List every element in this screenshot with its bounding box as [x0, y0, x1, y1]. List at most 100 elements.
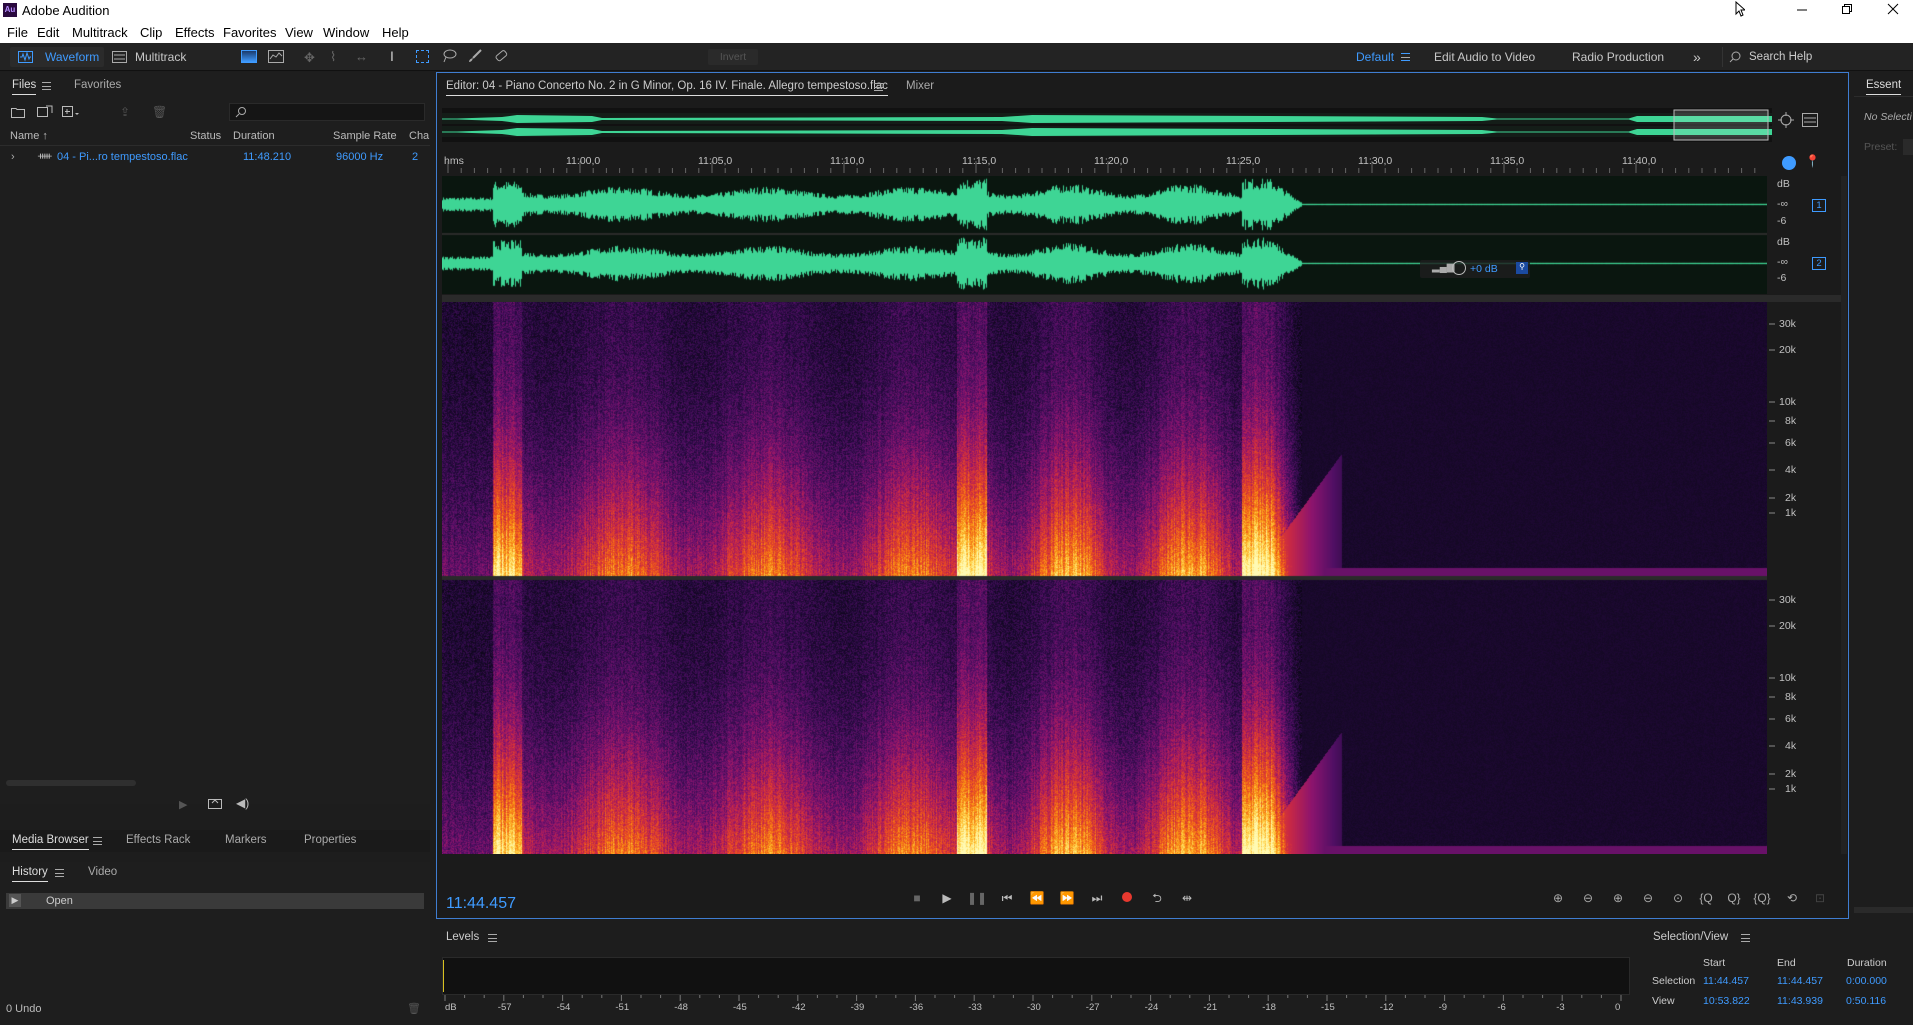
hud-pin-icon[interactable]: ⚲ — [1516, 262, 1528, 274]
channel-2-badge[interactable]: 2 — [1812, 257, 1826, 270]
auto-play-icon[interactable]: ◀) — [236, 796, 249, 810]
waveform-display[interactable]: ▂▄▆ +0 dB ⚲ — [442, 176, 1767, 294]
tab-video[interactable]: Video — [88, 866, 117, 878]
preset-dropdown[interactable] — [1903, 139, 1913, 155]
view-start[interactable]: 10:53.822 — [1703, 995, 1750, 1007]
zoom-to-selection-icon[interactable] — [1777, 111, 1795, 132]
waveform-view-button[interactable]: Waveform — [10, 47, 104, 67]
workspace-menu-icon[interactable] — [1401, 53, 1410, 61]
spectral-divider-handle[interactable] — [442, 295, 1842, 302]
tab-media-browser[interactable]: Media Browser — [12, 834, 89, 850]
column-channels[interactable]: Cha — [409, 130, 429, 142]
spot-healing-tool-icon[interactable] — [493, 48, 509, 67]
go-to-start-button[interactable]: ⏮ — [997, 888, 1017, 908]
search-help-field[interactable]: Search Help — [1722, 47, 1913, 67]
expand-chevron-icon[interactable]: › — [11, 151, 15, 163]
menu-effects[interactable]: Effects — [175, 25, 215, 40]
menu-view[interactable]: View — [285, 25, 313, 40]
loop-preview-icon[interactable] — [208, 797, 222, 812]
column-name[interactable]: Name ↑ — [10, 130, 48, 142]
zoom-in-amplitude-icon[interactable]: ⊕ — [1547, 888, 1569, 908]
lasso-tool-icon[interactable] — [441, 48, 457, 67]
tab-essential-sound[interactable]: Essent — [1866, 79, 1902, 95]
workspace-default[interactable]: Default — [1356, 47, 1394, 67]
view-duration[interactable]: 0:50.116 — [1846, 995, 1886, 1007]
close-icon[interactable] — [1887, 3, 1899, 15]
files-panel-menu-icon[interactable] — [42, 82, 51, 90]
spectral-frequency-icon[interactable] — [241, 50, 257, 63]
selection-start[interactable]: 11:44.457 — [1703, 975, 1749, 987]
tab-properties[interactable]: Properties — [304, 834, 356, 846]
zoom-out-time-icon[interactable]: ⊖ — [1637, 888, 1659, 908]
tab-effects-rack[interactable]: Effects Rack — [126, 834, 190, 846]
play-preview-icon[interactable]: ▶ — [179, 798, 187, 811]
skip-selection-button[interactable]: ⇹ — [1177, 888, 1197, 908]
menu-help[interactable]: Help — [382, 25, 409, 40]
selection-view-menu-icon[interactable] — [1741, 934, 1750, 942]
workspace-overflow-icon[interactable]: » — [1693, 47, 1701, 67]
fast-forward-button[interactable]: ⏩ — [1057, 888, 1077, 908]
tab-mixer[interactable]: Mixer — [906, 80, 934, 92]
files-horizontal-scrollbar[interactable] — [6, 780, 136, 786]
menu-edit[interactable]: Edit — [37, 25, 59, 40]
marquee-selection-icon[interactable] — [416, 50, 429, 63]
column-sample-rate[interactable]: Sample Rate — [333, 130, 397, 142]
essential-scrollbar[interactable] — [1854, 907, 1913, 913]
delete-file-icon[interactable]: 🗑 — [152, 105, 167, 119]
levels-menu-icon[interactable] — [488, 934, 497, 942]
move-tool-icon[interactable]: ✥ — [304, 50, 315, 66]
menu-multitrack[interactable]: Multitrack — [72, 25, 128, 40]
selection-end[interactable]: 11:44.457 — [1777, 975, 1823, 987]
timeline-ruler[interactable]: hms 11:00,0 11:05,0 11:10,0 11:15,0 11:20,0 1… — [442, 153, 1767, 173]
import-file-icon[interactable] — [37, 105, 53, 121]
column-duration[interactable]: Duration — [233, 130, 275, 142]
zoom-in-point-out-icon[interactable]: Q} — [1723, 888, 1745, 908]
zoom-out-full-icon[interactable]: ⊙ — [1667, 888, 1689, 908]
editor-menu-icon[interactable] — [874, 83, 883, 91]
zoom-to-fit-icon[interactable]: ⊡ — [1809, 888, 1831, 908]
pause-button[interactable]: ❚❚ — [967, 888, 987, 908]
slip-tool-icon[interactable]: ↔ — [355, 49, 368, 64]
menu-favorites[interactable]: Favorites — [223, 25, 276, 40]
invert-button[interactable]: Invert — [708, 49, 758, 65]
tab-files[interactable]: Files — [12, 79, 37, 95]
restore-icon[interactable] — [1841, 3, 1853, 15]
minimize-icon[interactable] — [1796, 4, 1808, 16]
rewind-button[interactable]: ⏪ — [1027, 888, 1047, 908]
workspace-edit-audio-to-video[interactable]: Edit Audio to Video — [1434, 47, 1535, 67]
time-selection-tool-icon[interactable]: I — [390, 48, 394, 64]
history-item[interactable]: ▶ Open — [6, 893, 424, 909]
tab-editor[interactable]: Editor: 04 - Piano Concerto No. 2 in G M… — [446, 80, 888, 96]
paintbrush-tool-icon[interactable] — [467, 48, 483, 67]
razor-tool-icon[interactable]: ⌇ — [330, 49, 336, 65]
insert-into-multitrack-icon[interactable]: ⇪ — [120, 105, 130, 119]
tab-markers[interactable]: Markers — [225, 834, 267, 846]
spectral-display[interactable] — [442, 302, 1767, 854]
spectral-pitch-icon[interactable] — [268, 50, 284, 63]
open-file-icon[interactable] — [11, 106, 25, 121]
workspace-radio-production[interactable]: Radio Production — [1572, 47, 1664, 67]
view-end[interactable]: 11:43.939 — [1777, 995, 1823, 1007]
selection-duration[interactable]: 0:00.000 — [1846, 975, 1887, 987]
volume-knob-icon[interactable] — [1452, 261, 1466, 275]
pin-icon[interactable]: 📍 — [1805, 154, 1820, 168]
zoom-out-amplitude-icon[interactable]: ⊖ — [1577, 888, 1599, 908]
go-to-end-button[interactable]: ⏭ — [1087, 888, 1107, 908]
history-menu-icon[interactable] — [55, 869, 64, 877]
files-search-input[interactable] — [229, 103, 425, 121]
overview-navigator[interactable] — [442, 108, 1772, 142]
zoom-in-point-in-icon[interactable]: {Q — [1695, 888, 1717, 908]
loop-playback-button[interactable]: ⮌ — [1147, 888, 1167, 908]
clear-history-icon[interactable]: 🗑 — [407, 1002, 421, 1015]
menu-window[interactable]: Window — [323, 25, 369, 40]
table-row[interactable]: › ᚔ 04 - Pi...ro tempestoso.flac 11:48.2… — [0, 151, 430, 167]
column-status[interactable]: Status — [190, 130, 221, 142]
new-file-icon[interactable] — [62, 105, 80, 121]
record-button[interactable] — [1117, 888, 1137, 908]
menu-file[interactable]: File — [7, 25, 28, 40]
channel-1-badge[interactable]: 1 — [1812, 199, 1826, 212]
stop-button[interactable]: ■ — [907, 888, 927, 908]
current-time-display[interactable]: 11:44.457 — [446, 895, 516, 913]
media-browser-menu-icon[interactable] — [93, 837, 102, 845]
zoom-to-selection-button-icon[interactable]: {Q} — [1751, 888, 1773, 908]
